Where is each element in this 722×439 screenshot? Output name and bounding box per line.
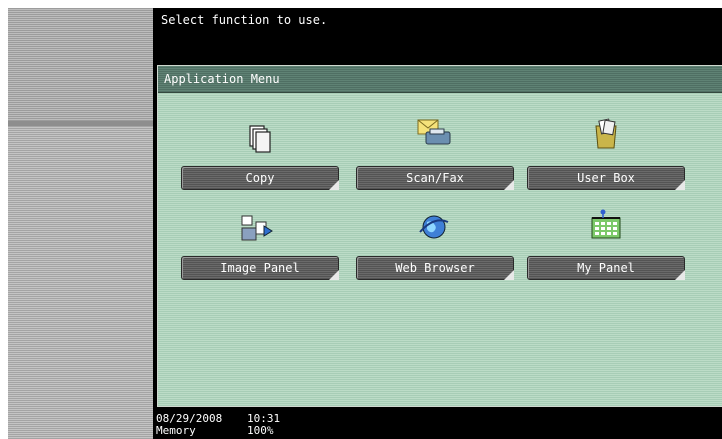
my-panel-icon: [591, 209, 621, 239]
application-menu-panel: Application Menu Copy Scan/Fax User Box …: [157, 65, 722, 407]
instruction-message: Select function to use.: [161, 13, 328, 27]
copy-tile[interactable]: Copy: [181, 166, 341, 190]
memory-label: Memory: [156, 424, 196, 437]
device-screen: Select function to use. Application Menu…: [8, 8, 722, 439]
web-browser-icon: [419, 215, 449, 239]
application-menu-header: Application Menu: [158, 66, 722, 93]
my-panel-tile[interactable]: My Panel: [527, 256, 687, 280]
image-panel-icon: [241, 215, 273, 241]
web-browser-tile[interactable]: Web Browser: [356, 256, 516, 280]
copy-button-label: Copy: [245, 171, 275, 185]
status-date: 08/29/2008: [156, 412, 223, 425]
scan-fax-button[interactable]: Scan/Fax: [356, 166, 514, 190]
copy-icon: [249, 125, 271, 153]
user-box-button-label: User Box: [577, 171, 635, 185]
application-menu-title: Application Menu: [164, 72, 280, 86]
scan-fax-icon: [417, 119, 451, 145]
status-bar: 08/29/2008 10:31 Memory 100%: [153, 408, 722, 439]
button-corner-mark: [329, 270, 339, 280]
user-box-icon: [595, 118, 617, 149]
my-panel-button[interactable]: My Panel: [527, 256, 685, 280]
scan-fax-tile[interactable]: Scan/Fax: [356, 166, 516, 190]
button-corner-mark: [675, 180, 685, 190]
scan-fax-button-label: Scan/Fax: [406, 171, 464, 185]
button-corner-mark: [329, 180, 339, 190]
button-corner-mark: [504, 180, 514, 190]
left-panel: [8, 8, 153, 439]
image-panel-button[interactable]: Image Panel: [181, 256, 339, 280]
memory-value: 100%: [247, 424, 274, 437]
main-area: Select function to use. Application Menu…: [153, 8, 722, 439]
button-corner-mark: [504, 270, 514, 280]
user-box-tile[interactable]: User Box: [527, 166, 687, 190]
web-browser-button[interactable]: Web Browser: [356, 256, 514, 280]
user-box-button[interactable]: User Box: [527, 166, 685, 190]
image-panel-button-label: Image Panel: [220, 261, 300, 275]
left-panel-lower: [8, 126, 153, 439]
image-panel-tile[interactable]: Image Panel: [181, 256, 341, 280]
left-panel-upper: [8, 8, 153, 121]
button-corner-mark: [675, 270, 685, 280]
web-browser-button-label: Web Browser: [395, 261, 475, 275]
my-panel-button-label: My Panel: [577, 261, 635, 275]
status-time: 10:31: [247, 412, 281, 425]
copy-button[interactable]: Copy: [181, 166, 339, 190]
